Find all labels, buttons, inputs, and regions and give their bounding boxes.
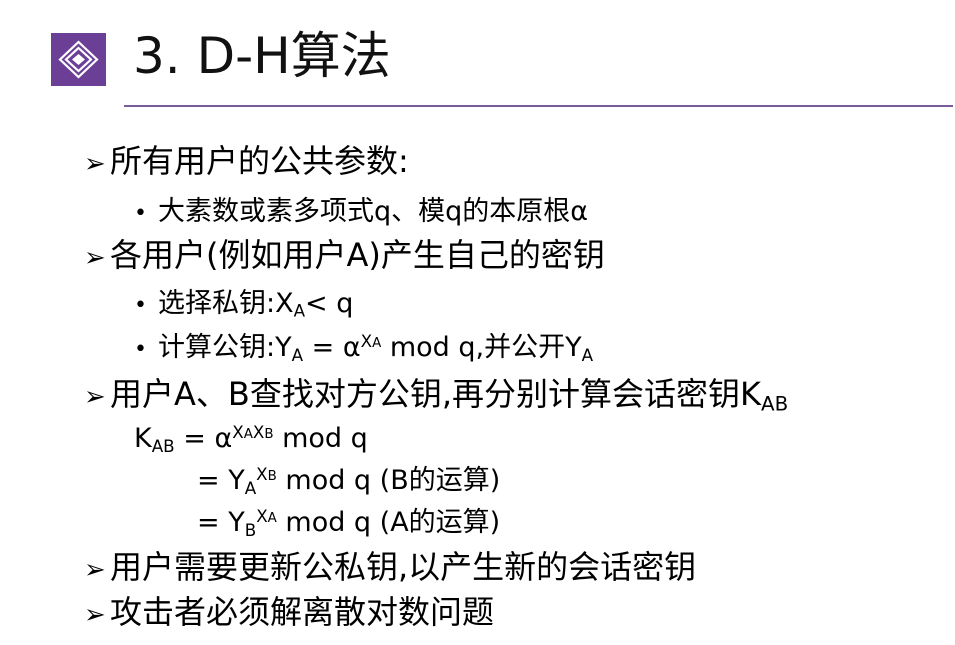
formula-text: mod q,并公开Y <box>381 332 582 364</box>
formula-subscript: B <box>244 519 257 540</box>
bullet-text: 用户A、B查找对方公钥,再分别计算会话密钥K <box>110 375 762 413</box>
sub-bullet-private-key: • 选择私钥:XA< q <box>134 290 353 319</box>
formula-superscript: XAXB <box>232 422 273 442</box>
bullet-public-params: ➢ 所有用户的公共参数: <box>84 145 409 177</box>
formula-text: X <box>232 422 244 442</box>
dot-bullet-icon: • <box>134 337 147 363</box>
formula-subscript: A <box>293 300 306 321</box>
formula-subscript: AB <box>761 392 789 416</box>
bullet-text: 用户需要更新公私钥,以产生新的会话密钥 <box>110 548 697 586</box>
bullet-text: 各用户(例如用户A)产生自己的密钥 <box>110 236 605 274</box>
equation-a-side: = YBXA mod q (A的运算) <box>197 508 500 539</box>
formula-subscript: A <box>372 336 382 351</box>
bullet-session-key: ➢ 用户A、B查找对方公钥,再分别计算会话密钥KAB <box>84 378 788 414</box>
formula-text: 选择私钥:X <box>158 288 294 319</box>
arrow-bullet-icon: ➢ <box>84 243 106 273</box>
formula-subscript: B <box>267 469 277 484</box>
sub-bullet-public-key: • 计算公钥:YA = αXA mod q,并公开YA <box>134 333 593 364</box>
formula-text: = α <box>303 332 361 364</box>
arrow-bullet-icon: ➢ <box>84 149 106 179</box>
formula-superscript: XB <box>256 464 277 484</box>
formula-text: = Y <box>197 507 245 539</box>
formula-subscript: A <box>244 477 257 498</box>
formula-superscript: XA <box>256 506 277 526</box>
formula-text: mod q <box>273 423 368 455</box>
formula-text: X <box>256 506 268 526</box>
formula-subscript: A <box>581 344 594 365</box>
formula-text: X <box>256 464 268 484</box>
bullet-discrete-log: ➢ 攻击者必须解离散对数问题 <box>84 596 494 628</box>
formula-text: K <box>134 423 152 455</box>
bullet-text: 攻击者必须解离散对数问题 <box>110 593 495 631</box>
arrow-bullet-icon: ➢ <box>84 600 106 630</box>
formula-subscript: A <box>267 511 277 526</box>
formula-text: 计算公钥:Y <box>158 332 292 364</box>
formula-subscript: B <box>264 427 274 442</box>
sub-bullet-text: 大素数或素多项式q、模q的本原根α <box>158 196 589 227</box>
dot-bullet-icon: • <box>134 201 147 226</box>
dot-bullet-icon: • <box>134 293 147 318</box>
bullet-text: 所有用户的公共参数: <box>110 142 409 180</box>
equation-b-side: = YAXB mod q (B的运算) <box>197 466 500 497</box>
page-title: 3. D-H算法 <box>133 27 391 85</box>
bullet-generate-keys: ➢ 各用户(例如用户A)产生自己的密钥 <box>84 239 605 271</box>
formula-text: X <box>360 331 373 351</box>
formula-text: = α <box>174 423 233 455</box>
bullet-update-keys: ➢ 用户需要更新公私钥,以产生新的会话密钥 <box>84 551 696 583</box>
formula-text: mod q (B的运算) <box>276 465 501 497</box>
title-divider <box>124 105 953 107</box>
formula-superscript: XA <box>361 331 382 351</box>
formula-text: < q <box>305 288 354 319</box>
arrow-bullet-icon: ➢ <box>84 382 106 412</box>
formula-subscript: AB <box>151 435 175 456</box>
diamond-logo-icon <box>51 33 106 86</box>
formula-text: X <box>252 422 265 442</box>
equation-kab: KAB = αXAXB mod q <box>134 424 368 455</box>
formula-subscript: A <box>243 427 253 442</box>
arrow-bullet-icon: ➢ <box>84 555 106 585</box>
formula-text: mod q (A的运算) <box>276 507 501 539</box>
formula-subscript: A <box>291 344 304 365</box>
sub-bullet-prime-root: • 大素数或素多项式q、模q的本原根α <box>134 198 588 225</box>
formula-text: = Y <box>197 465 245 497</box>
